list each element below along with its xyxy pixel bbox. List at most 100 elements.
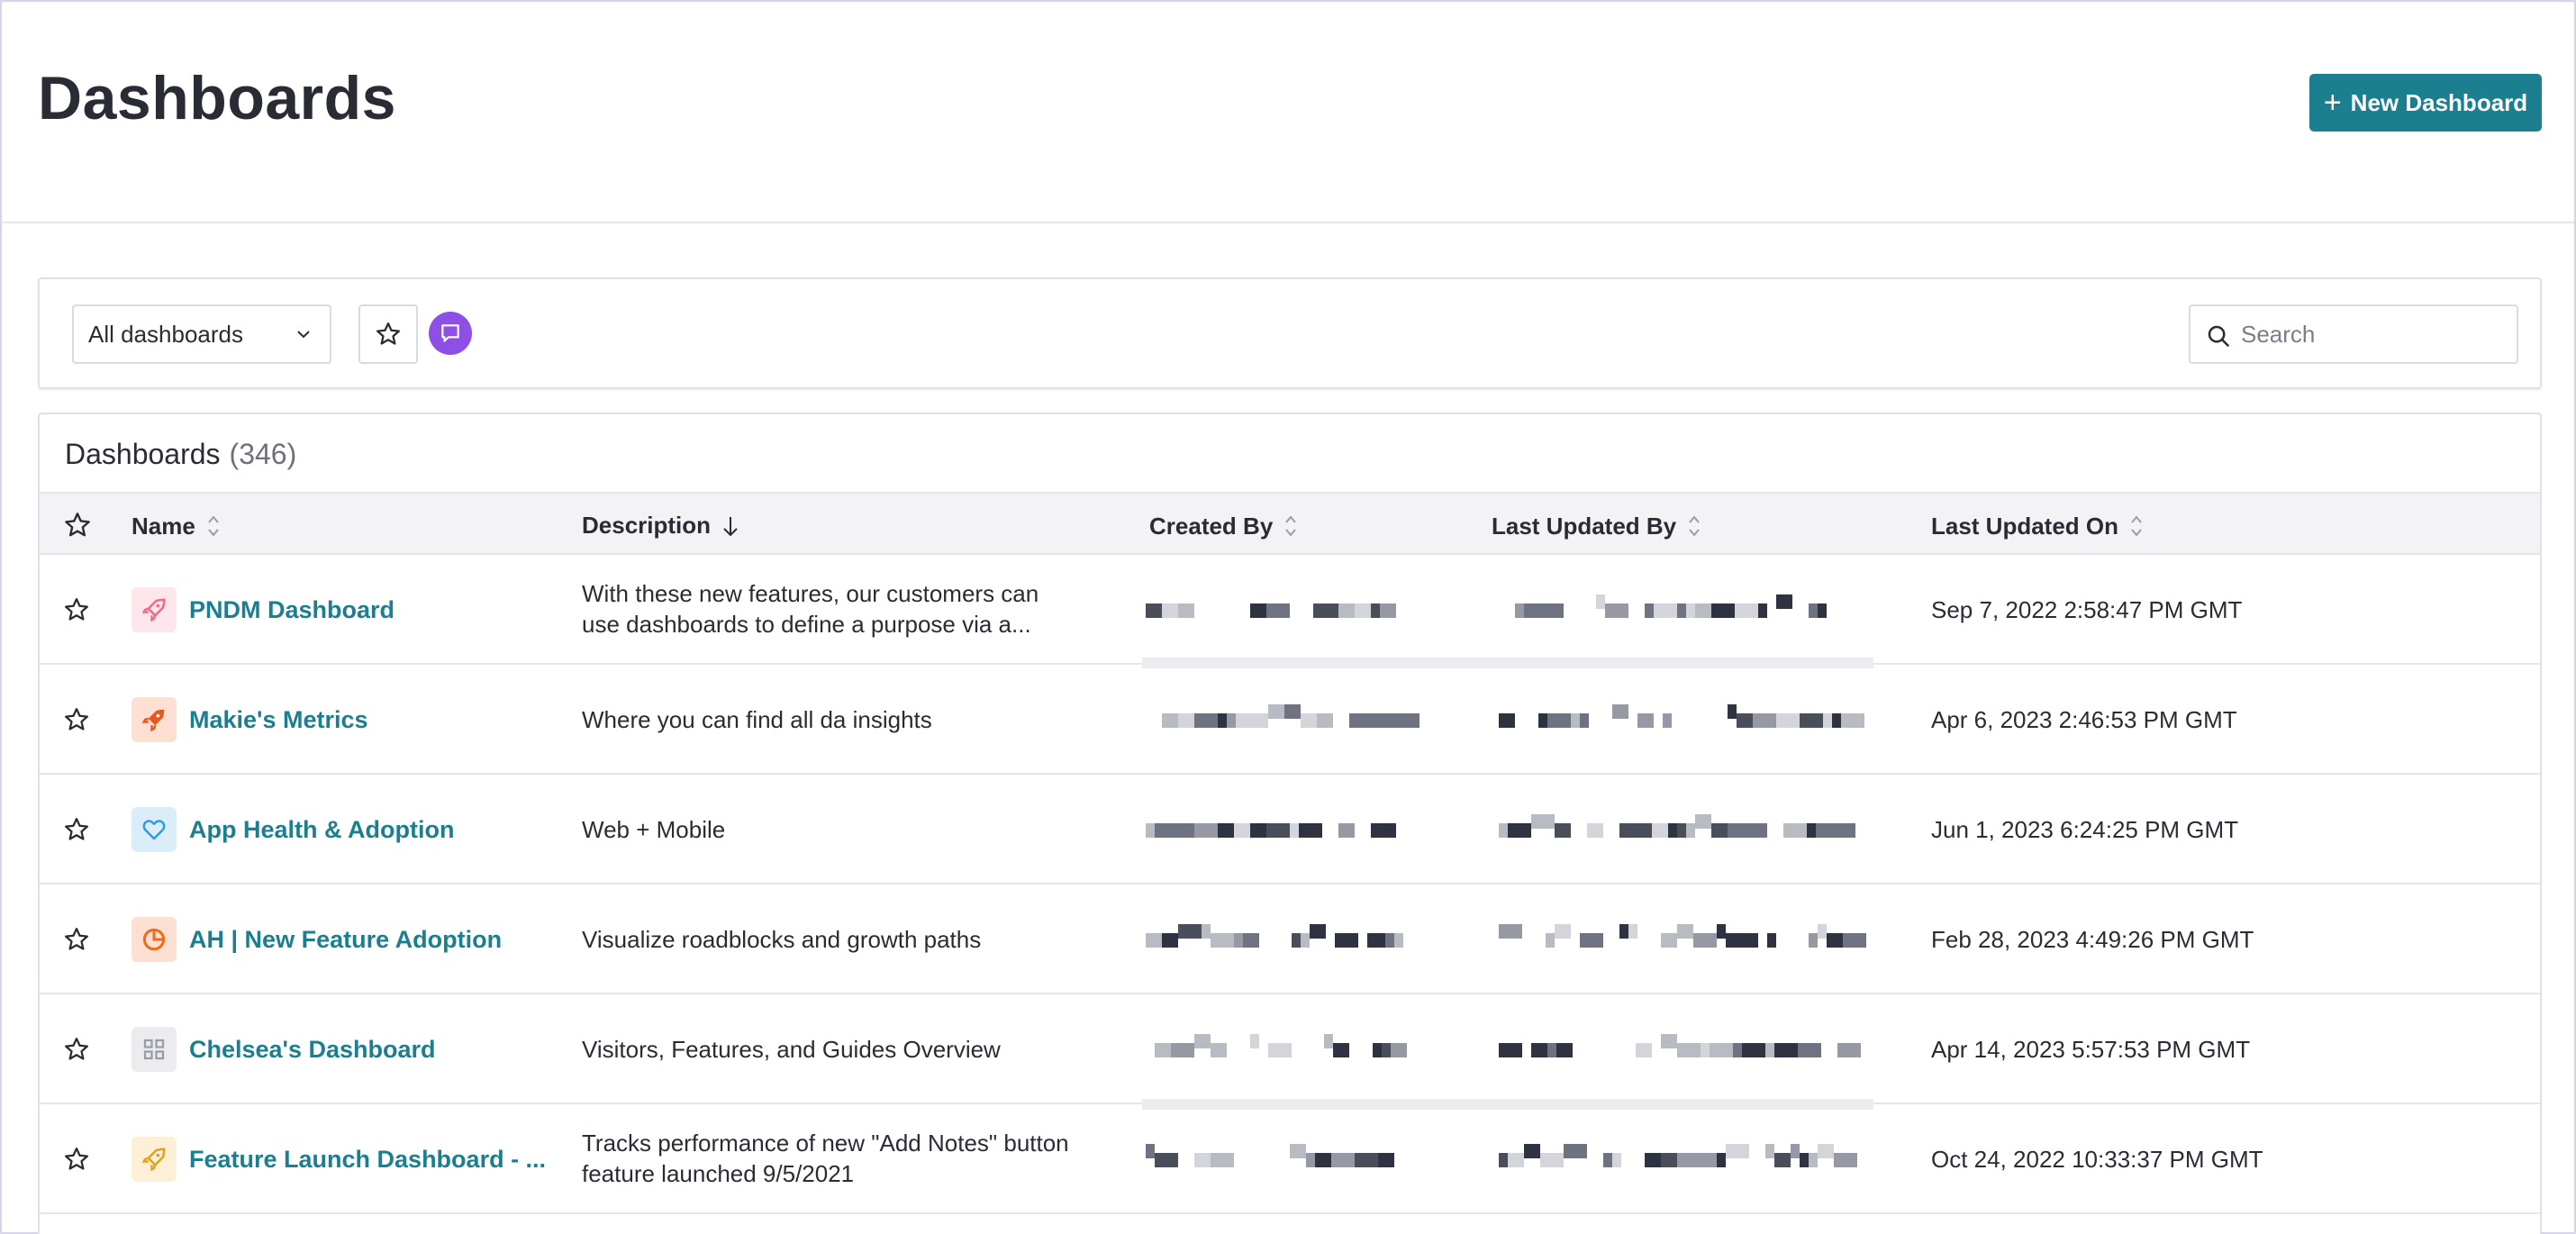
redacted-pixel: [1211, 933, 1234, 948]
redacted-pixel: [1580, 933, 1603, 948]
redacted-pixel: [1194, 1153, 1211, 1167]
redacted-pixel: [1268, 704, 1284, 719]
pie-chart-icon: [132, 917, 177, 962]
redacted-pixel: [1710, 1043, 1733, 1057]
redacted-pixel: [1661, 1034, 1677, 1048]
column-header-name[interactable]: Name: [132, 512, 221, 540]
dashboard-name-link[interactable]: PNDM Dashboard: [189, 596, 395, 624]
redacted-pixel: [1211, 1153, 1234, 1167]
redacted-pixel: [1774, 1043, 1798, 1057]
description-line: With these new features, our customers c…: [582, 580, 1039, 607]
redacted-pixel: [1178, 603, 1194, 618]
redacted-pixel: [1636, 1043, 1652, 1057]
redacted-pixel: [1146, 603, 1162, 618]
redacted-pixel: [1349, 713, 1373, 728]
redacted-pixel: [1564, 1144, 1587, 1158]
star-icon[interactable]: [63, 816, 90, 843]
table-title-text: Dashboards: [65, 438, 221, 470]
redacted-pixel: [1547, 713, 1571, 728]
redacted-pixel: [1717, 924, 1726, 939]
new-dashboard-button[interactable]: + New Dashboard: [2309, 74, 2542, 132]
star-icon[interactable]: [63, 1036, 90, 1063]
redacted-pixel: [1331, 1153, 1355, 1167]
redacted-pixel: [1266, 603, 1290, 618]
redacted-pixel: [1832, 823, 1855, 838]
star-icon[interactable]: [63, 926, 90, 953]
redacted-pixel: [1823, 713, 1832, 728]
redacted-pixel: [1800, 1153, 1809, 1167]
table-row[interactable]: Feature Launch Dashboard - ... Tracks pe…: [40, 1104, 2540, 1214]
dashboard-filter-dropdown[interactable]: All dashboards: [72, 304, 331, 364]
redacted-pixel: [1355, 603, 1371, 618]
star-column-icon[interactable]: [63, 511, 92, 540]
redacted-pixel: [1234, 823, 1250, 838]
sort-descending-icon: [723, 516, 738, 536]
plus-icon: +: [2323, 86, 2342, 120]
favorites-filter-button[interactable]: [358, 304, 418, 364]
redacted-pixel: [1290, 823, 1299, 838]
redacted-pixel: [1396, 713, 1420, 728]
table-row[interactable]: Makie's Metrics Where you can find all d…: [40, 665, 2540, 775]
redacted-pixel: [1765, 1144, 1774, 1158]
redacted-pixel: [1367, 933, 1376, 948]
redacted-pixel: [1798, 1043, 1821, 1057]
table-row[interactable]: AH | New Feature Adoption Visualize road…: [40, 885, 2540, 994]
grid-icon: [132, 1027, 177, 1072]
redacted-pixel: [1171, 1043, 1194, 1057]
sort-icon: [1285, 515, 1297, 537]
redacted-pixel: [1776, 594, 1792, 609]
redacted-pixel: [1531, 1043, 1547, 1057]
dashboard-name-link[interactable]: App Health & Adoption: [189, 816, 454, 844]
redacted-pixel: [1178, 924, 1202, 939]
dashboard-name-link[interactable]: Chelsea's Dashboard: [189, 1036, 436, 1064]
redacted-pixel: [1693, 933, 1717, 948]
table-title: Dashboards (346): [65, 438, 296, 471]
redacted-pixel: [1547, 603, 1564, 618]
redacted-pixel: [1250, 1034, 1259, 1048]
search-input[interactable]: [2241, 320, 2493, 349]
dashboard-name-link[interactable]: Makie's Metrics: [189, 706, 368, 734]
redacted-pixel: [1202, 924, 1211, 939]
search-icon: [2208, 325, 2230, 348]
redacted-pixel: [1243, 933, 1259, 948]
redacted-pixel: [1373, 713, 1396, 728]
redacted-pixel: [1387, 823, 1396, 838]
dashboard-name-link[interactable]: AH | New Feature Adoption: [189, 926, 502, 954]
column-header-created-by[interactable]: Created By: [1149, 512, 1298, 540]
search-box[interactable]: [2189, 304, 2518, 364]
redacted-pixel: [1227, 713, 1236, 728]
redacted-pixel: [1547, 1043, 1556, 1057]
star-icon[interactable]: [63, 706, 90, 733]
description-line: Web + Mobile: [582, 816, 726, 843]
table-row[interactable]: PNDM Dashboard With these new features, …: [40, 555, 2540, 665]
column-header-last-updated-on[interactable]: Last Updated On: [1931, 512, 2144, 540]
column-header-description[interactable]: Description: [582, 512, 739, 540]
redacted-pixel: [1211, 1043, 1227, 1057]
redacted-pixel: [1637, 713, 1654, 728]
redacted-pixel: [1663, 713, 1672, 728]
dashboard-description: Tracks performance of new "Add Notes" bu…: [582, 1128, 1122, 1189]
redacted-pixel: [1371, 603, 1380, 618]
redacted-pixel: [1540, 1153, 1564, 1167]
redacted-pixel: [1333, 1043, 1349, 1057]
redacted-pixel: [1355, 1153, 1378, 1167]
redacted-pixel: [1807, 823, 1816, 838]
redacted-pixel: [1809, 1153, 1818, 1167]
redacted-pixel: [1301, 713, 1317, 728]
dashboard-description: Where you can find all da insights: [582, 704, 1122, 735]
redacted-pixel: [1818, 1144, 1834, 1158]
redacted-pixel: [1162, 603, 1178, 618]
star-icon[interactable]: [63, 596, 90, 623]
star-icon[interactable]: [63, 1146, 90, 1173]
redacted-pixel: [1726, 1144, 1749, 1158]
dashboard-name-link[interactable]: Feature Launch Dashboard - ...: [189, 1146, 546, 1174]
redacted-pixel: [1774, 1153, 1791, 1167]
redacted-pixel: [1742, 1043, 1765, 1057]
column-header-last-updated-by[interactable]: Last Updated By: [1492, 512, 1701, 540]
chat-filter-button[interactable]: [429, 312, 472, 355]
rocket-icon: [132, 1137, 177, 1182]
redacted-pixel: [1837, 1043, 1861, 1057]
redacted-pixel: [1555, 924, 1571, 939]
description-line: Tracks performance of new "Add Notes" bu…: [582, 1130, 1069, 1157]
last-updated-on: Sep 7, 2022 2:58:47 PM GMT: [1931, 596, 2243, 623]
